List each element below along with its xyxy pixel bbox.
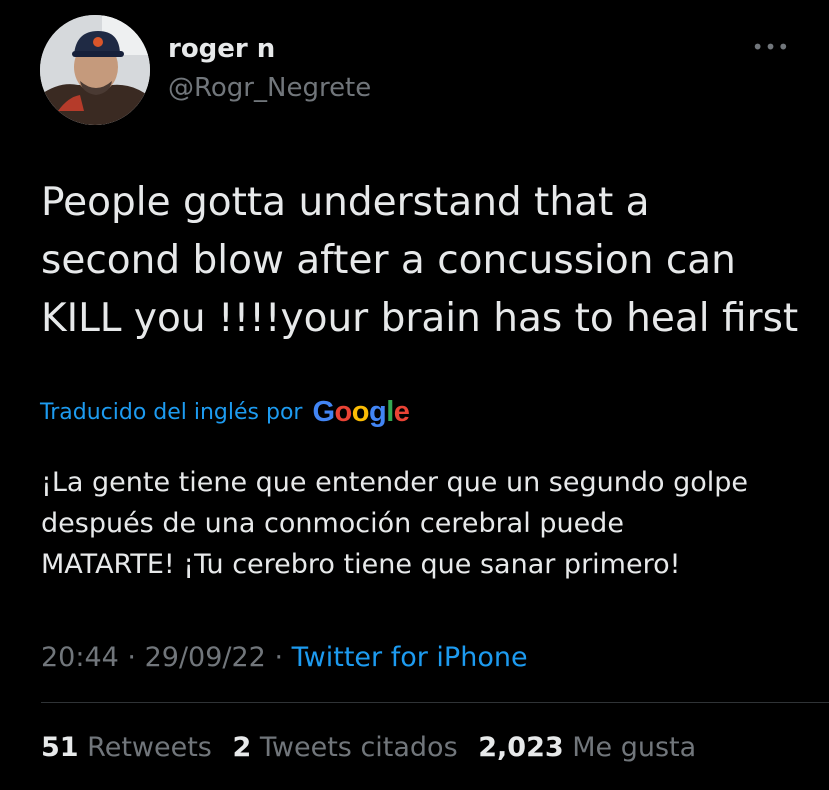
likes-count: 2,023 [478,732,564,763]
google-logo-letter: o [351,395,370,428]
quote-tweets-count: 2 [232,732,252,763]
tweet-text-line: second blow after a concussion can [41,238,736,283]
quote-tweets-label: Tweets citados [259,732,458,763]
translated-text-line: MATARTE! ¡Tu cerebro tiene que sanar pri… [41,549,681,580]
tweet-text: People gotta understand that a second bl… [41,174,811,348]
likes-label: Me gusta [572,732,697,763]
divider [41,702,829,703]
translated-text: ¡La gente tiene que entender que un segu… [41,462,811,585]
user-handle[interactable]: @Rogr_Negrete [168,73,371,103]
google-logo-letter: o [334,395,353,428]
meta-separator: · [274,642,284,673]
meta-separator: · [127,642,136,673]
tweet-text-line: People gotta understand that a [41,180,650,225]
google-logo-letter: G [312,395,335,428]
tweet-text-line: KILL you !!!!your brain has to heal firs… [41,296,799,341]
google-logo-letter: l [386,395,394,428]
google-logo: Google [312,396,409,429]
retweets-label: Retweets [87,732,212,763]
quote-tweets-stat[interactable]: 2 Tweets citados [232,732,457,763]
google-logo-letter: g [368,395,387,428]
tweet-date[interactable]: 29/09/22 [145,642,266,673]
tweet-source-link[interactable]: Twitter for iPhone [292,642,528,673]
tweet-time[interactable]: 20:44 [41,642,119,673]
retweets-stat[interactable]: 51 Retweets [41,732,212,763]
translated-text-line: después de una conmoción cerebral puede [41,508,624,539]
more-options-button[interactable]: ••• [748,36,794,66]
display-name[interactable]: roger n [168,34,275,64]
more-horizontal-icon: ••• [751,35,791,59]
translation-label: Traducido del inglés por [40,399,303,425]
avatar[interactable] [40,15,150,125]
likes-stat[interactable]: 2,023 Me gusta [478,732,696,763]
retweets-count: 51 [41,732,79,763]
google-logo-letter: e [393,395,410,428]
translated-text-line: ¡La gente tiene que entender que un segu… [41,467,748,498]
translation-attribution[interactable]: Traducido del inglés por Google [40,392,410,432]
tweet-detail: roger n @Rogr_Negrete ••• People gotta u… [0,0,829,790]
tweet-meta: 20:44 · 29/09/22 · Twitter for iPhone [41,638,528,678]
tweet-stats: 51 Retweets 2 Tweets citados 2,023 Me gu… [41,728,708,768]
